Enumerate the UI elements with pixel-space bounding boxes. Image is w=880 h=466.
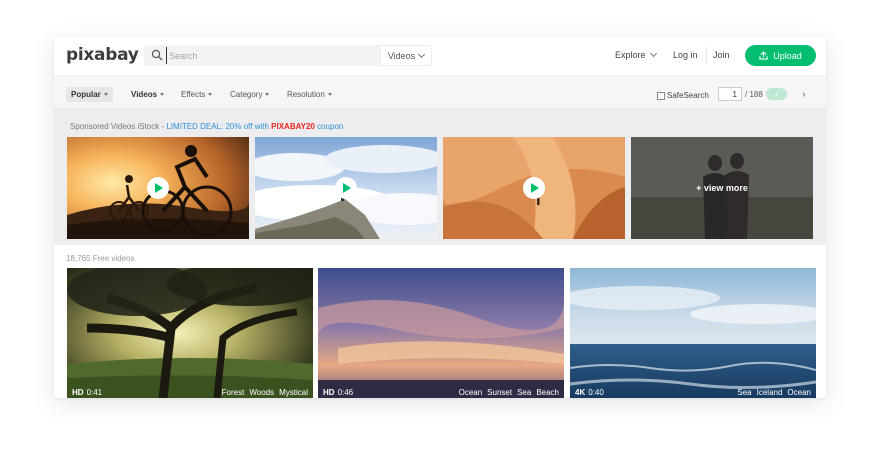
sponsored-video-mountain[interactable] bbox=[255, 137, 437, 239]
video-tag[interactable]: Ocean bbox=[459, 388, 483, 398]
video-tag[interactable]: Forest bbox=[222, 388, 245, 398]
safesearch-toggle[interactable]: SafeSearch bbox=[657, 91, 709, 100]
ocean-sunset-thumbnail bbox=[318, 268, 564, 398]
coupon-code: PIXABAY20 bbox=[271, 122, 315, 131]
video-resolution: 4K bbox=[575, 388, 586, 397]
join-label: Join bbox=[713, 50, 730, 60]
deal-suffix: coupon bbox=[314, 122, 344, 131]
prev-page-button[interactable]: ‹ bbox=[766, 88, 787, 100]
video-tags: Ocean Sunset Sea Beach bbox=[459, 388, 559, 398]
play-icon bbox=[343, 183, 351, 193]
filter-resolution-label: Resolution bbox=[287, 90, 325, 99]
page-total: / 188 bbox=[745, 90, 763, 99]
video-tag[interactable]: Sea bbox=[737, 388, 751, 398]
filter-videos-label: Videos bbox=[131, 90, 158, 99]
search-bar: Videos bbox=[144, 45, 432, 66]
caret-down-icon bbox=[160, 93, 165, 96]
deal-text: LIMITED DEAL: 20% off with bbox=[166, 122, 272, 131]
play-button[interactable] bbox=[523, 177, 545, 199]
filter-bar: Popular Videos Effects Category Resoluti… bbox=[54, 75, 826, 109]
video-duration: 0:41 bbox=[86, 388, 103, 397]
search-input[interactable] bbox=[166, 47, 378, 64]
forest-thumbnail bbox=[67, 268, 313, 398]
search-type-select[interactable]: Videos bbox=[380, 45, 432, 66]
iceland-sea-thumbnail bbox=[570, 268, 816, 398]
sponsored-prefix: Sponsored Videos iStock - bbox=[70, 122, 167, 131]
page-number-input[interactable] bbox=[718, 87, 742, 101]
video-duration: 0:46 bbox=[337, 388, 354, 397]
play-button[interactable] bbox=[335, 177, 357, 199]
sponsored-section: Sponsored Videos iStock - LIMITED DEAL: … bbox=[54, 109, 826, 245]
video-tags: Sea Iceland Ocean bbox=[737, 388, 811, 398]
nav-divider bbox=[706, 47, 707, 64]
sponsored-view-more[interactable]: + view more bbox=[631, 137, 813, 239]
caret-down-icon bbox=[265, 93, 270, 96]
video-meta: 4K 0:40 bbox=[575, 388, 604, 398]
filter-popular[interactable]: Popular bbox=[66, 87, 113, 102]
search-icon bbox=[151, 49, 163, 61]
upload-label: Upload bbox=[773, 50, 802, 61]
next-page-button[interactable]: › bbox=[799, 88, 809, 100]
join-link[interactable]: Join bbox=[713, 50, 730, 60]
filter-videos[interactable]: Videos bbox=[131, 87, 165, 102]
filter-category-label: Category bbox=[230, 90, 263, 99]
sponsored-banner: Sponsored Videos iStock - LIMITED DEAL: … bbox=[70, 122, 343, 131]
login-link[interactable]: Log in bbox=[673, 50, 698, 60]
caret-down-icon bbox=[208, 93, 213, 96]
caret-down-icon bbox=[327, 93, 332, 96]
explore-label: Explore bbox=[615, 50, 646, 60]
caret-down-icon bbox=[103, 93, 108, 96]
filter-effects-label: Effects bbox=[181, 90, 206, 99]
filter-resolution[interactable]: Resolution bbox=[287, 87, 332, 102]
explore-menu[interactable]: Explore bbox=[615, 49, 657, 60]
upload-button[interactable]: Upload bbox=[745, 45, 816, 66]
video-resolution: HD bbox=[72, 388, 84, 397]
search-type-label: Videos bbox=[387, 50, 416, 61]
video-resolution: HD bbox=[323, 388, 335, 397]
sponsored-video-desert[interactable] bbox=[443, 137, 625, 239]
chevron-down-icon bbox=[418, 50, 426, 58]
safesearch-label: SafeSearch bbox=[667, 91, 709, 100]
pixabay-logo[interactable]: pixabay bbox=[66, 45, 139, 65]
deal-link[interactable]: LIMITED DEAL: 20% off with PIXABAY20 cou… bbox=[166, 122, 343, 131]
video-tag[interactable]: Ocean bbox=[787, 388, 811, 398]
play-icon bbox=[531, 183, 539, 193]
site-header: pixabay Videos Explore Log in Join bbox=[54, 37, 826, 75]
sponsored-video-cyclists[interactable] bbox=[67, 137, 249, 239]
filter-category[interactable]: Category bbox=[230, 87, 270, 102]
filter-effects[interactable]: Effects bbox=[181, 87, 213, 102]
safesearch-checkbox[interactable] bbox=[657, 91, 665, 100]
video-duration: 0:40 bbox=[588, 388, 604, 397]
upload-icon bbox=[759, 51, 768, 60]
chevron-down-icon bbox=[649, 49, 657, 58]
video-card[interactable]: HD 0:46 Ocean Sunset Sea Beach bbox=[318, 268, 564, 398]
video-tag[interactable]: Sea bbox=[517, 388, 531, 398]
browser-window: pixabay Videos Explore Log in Join bbox=[54, 37, 826, 398]
free-videos-count: 18,765 Free videos bbox=[66, 254, 135, 263]
play-button[interactable] bbox=[147, 177, 169, 199]
video-meta: HD 0:46 bbox=[323, 388, 353, 398]
video-tags: Forest Woods Mystical bbox=[222, 388, 308, 398]
video-tag[interactable]: Iceland bbox=[757, 388, 783, 398]
video-card[interactable]: 4K 0:40 Sea Iceland Ocean bbox=[570, 268, 816, 398]
video-tag[interactable]: Sunset bbox=[487, 388, 512, 398]
view-more-overlay: + view more bbox=[631, 137, 813, 239]
video-meta: HD 0:41 bbox=[72, 388, 102, 398]
video-tag[interactable]: Mystical bbox=[279, 388, 308, 398]
video-tag[interactable]: Woods bbox=[249, 388, 274, 398]
login-label: Log in bbox=[673, 50, 698, 60]
video-tag[interactable]: Beach bbox=[536, 388, 559, 398]
play-icon bbox=[155, 183, 163, 193]
filter-popular-label: Popular bbox=[71, 90, 101, 99]
video-card[interactable]: HD 0:41 Forest Woods Mystical bbox=[67, 268, 313, 398]
